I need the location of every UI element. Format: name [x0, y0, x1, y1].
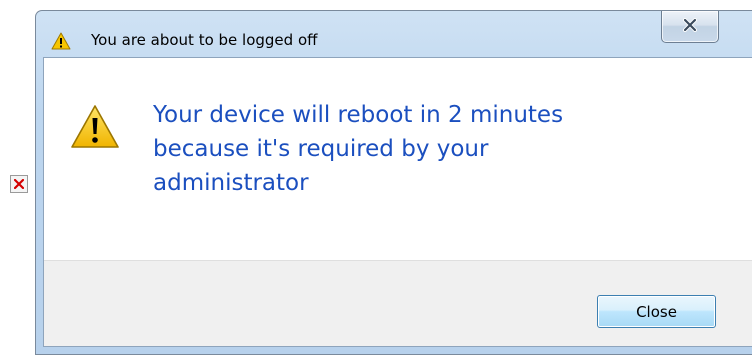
- message-line: Your device will reboot in 2 minutes: [153, 102, 564, 128]
- logoff-dialog: You are about to be logged off Your devi…: [35, 10, 752, 355]
- close-icon: [682, 17, 698, 36]
- broken-image-icon: [10, 175, 28, 193]
- close-button[interactable]: Close: [597, 295, 716, 328]
- dialog-title: You are about to be logged off: [91, 31, 318, 49]
- dialog-footer: Close: [44, 260, 752, 346]
- warning-icon: [70, 104, 120, 150]
- title-bar[interactable]: You are about to be logged off: [36, 11, 752, 57]
- message-line: administrator: [153, 170, 309, 196]
- dialog-body: Your device will reboot in 2 minutes bec…: [43, 57, 752, 347]
- window-close-button[interactable]: [661, 11, 719, 43]
- warning-icon: [51, 32, 71, 50]
- page: You are about to be logged off Your devi…: [0, 0, 752, 360]
- dialog-message: Your device will reboot in 2 minutes bec…: [153, 98, 713, 200]
- message-line: because it's required by your: [153, 136, 489, 162]
